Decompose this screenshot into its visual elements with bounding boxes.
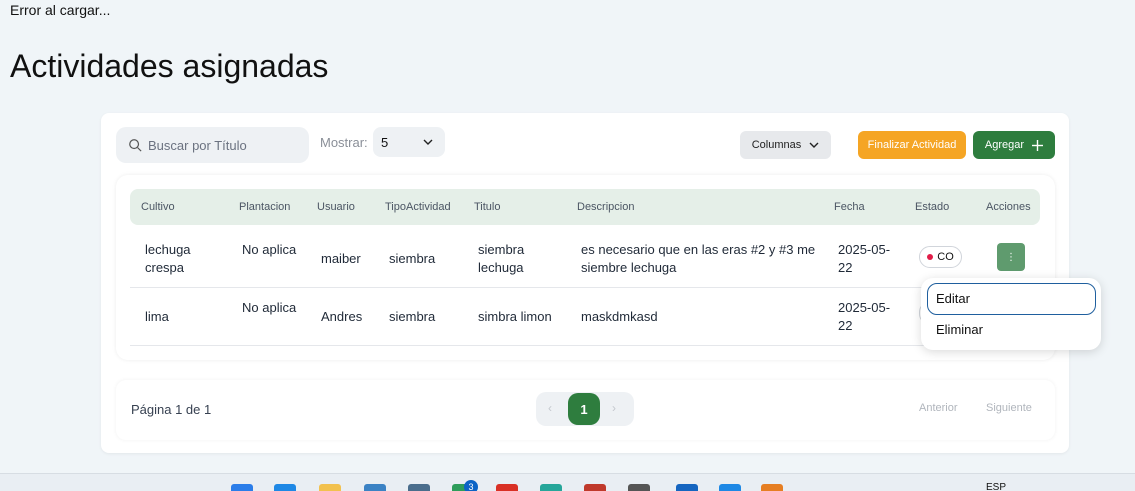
folder-icon[interactable]: [319, 484, 341, 491]
add-button[interactable]: Agregar: [973, 131, 1055, 159]
cell-titulo: siembra lechuga: [478, 242, 525, 275]
app-icon[interactable]: [364, 484, 386, 491]
cell-cultivo: lima: [145, 309, 169, 324]
show-label: Mostrar:: [320, 135, 368, 150]
notification-badge: 3: [464, 480, 478, 491]
app-icon[interactable]: [408, 484, 430, 491]
columns-button[interactable]: Columnas: [740, 131, 831, 159]
column-header[interactable]: Fecha: [834, 201, 865, 213]
pagination-footer: Página 1 de 1 ‹ 1 › Anterior Siguiente: [116, 380, 1055, 440]
row-actions-button[interactable]: ⋮: [997, 243, 1025, 271]
status-badge: CO: [919, 246, 962, 268]
table-header: Cultivo Plantacion Usuario TipoActividad…: [130, 189, 1040, 225]
cell-descripcion: maskdmkasd: [581, 309, 658, 324]
cell-plantacion: No aplica: [242, 300, 297, 315]
previous-button[interactable]: Anterior: [911, 395, 966, 421]
error-message: Error al cargar...: [10, 2, 111, 18]
status-text: CO: [937, 251, 954, 263]
app-icon[interactable]: [540, 484, 562, 491]
cell-cultivo: lechuga crespa: [145, 242, 191, 275]
chevron-down-icon: [809, 142, 819, 148]
cell-usuario: Andres: [321, 309, 363, 324]
column-header[interactable]: Usuario: [317, 201, 355, 213]
cell-fecha: 2025-05-22: [838, 300, 891, 333]
row-divider: [130, 345, 1040, 346]
cell-titulo: simbra limon: [478, 309, 552, 324]
cell-plantacion: No aplica: [242, 242, 297, 257]
plus-icon: [1032, 139, 1044, 151]
activities-table: Cultivo Plantacion Usuario TipoActividad…: [116, 175, 1055, 360]
columns-label: Columnas: [751, 139, 802, 151]
start-icon[interactable]: [231, 484, 253, 491]
language-indicator[interactable]: ESP: [986, 482, 1006, 491]
browser-icon[interactable]: [584, 484, 606, 491]
cell-fecha: 2025-05-22: [838, 242, 891, 275]
next-button[interactable]: Siguiente: [978, 395, 1040, 421]
column-header[interactable]: Cultivo: [141, 201, 175, 213]
app-icon[interactable]: [676, 484, 698, 491]
column-header[interactable]: TipoActividad: [385, 201, 451, 213]
search-box[interactable]: [116, 127, 309, 163]
column-header[interactable]: Titulo: [474, 201, 501, 213]
chevron-left-icon[interactable]: ‹: [548, 401, 552, 415]
taskbar: 3 ESP: [0, 473, 1135, 491]
search-input[interactable]: [148, 137, 298, 153]
app-icon[interactable]: [761, 484, 783, 491]
column-header: Acciones: [986, 201, 1031, 213]
chevron-down-icon: [423, 139, 433, 145]
finish-activity-button[interactable]: Finalizar Actividad: [858, 131, 966, 159]
cell-descripcion: es necesario que en las eras #2 y #3 me …: [581, 242, 816, 275]
row-actions-menu: Editar Eliminar: [921, 278, 1101, 350]
menu-item-edit[interactable]: Editar: [927, 283, 1096, 315]
page-info: Página 1 de 1: [131, 402, 212, 417]
cell-usuario: maiber: [321, 251, 361, 266]
add-label: Agregar: [984, 139, 1025, 151]
menu-item-delete[interactable]: Eliminar: [936, 322, 983, 337]
pager: ‹ 1 ›: [536, 392, 634, 426]
app-icon[interactable]: [274, 484, 296, 491]
row-divider: [130, 287, 1040, 288]
page-button-current[interactable]: 1: [568, 393, 600, 425]
status-dot: [927, 254, 934, 260]
app-icon[interactable]: [719, 484, 741, 491]
app-icon[interactable]: [496, 484, 518, 491]
chevron-right-icon[interactable]: ›: [612, 401, 616, 415]
page-title: Actividades asignadas: [10, 48, 329, 84]
search-icon: [129, 139, 142, 152]
column-header[interactable]: Descripcion: [577, 201, 634, 213]
cell-tipo: siembra: [389, 251, 436, 266]
column-header[interactable]: Plantacion: [239, 201, 290, 213]
column-header[interactable]: Estado: [915, 201, 949, 213]
rows-per-page-value: 5: [381, 134, 389, 150]
app-icon[interactable]: [628, 484, 650, 491]
more-vertical-icon: ⋮: [1006, 251, 1016, 263]
cell-tipo: siembra: [389, 309, 436, 324]
rows-per-page-select[interactable]: 5: [373, 127, 445, 157]
